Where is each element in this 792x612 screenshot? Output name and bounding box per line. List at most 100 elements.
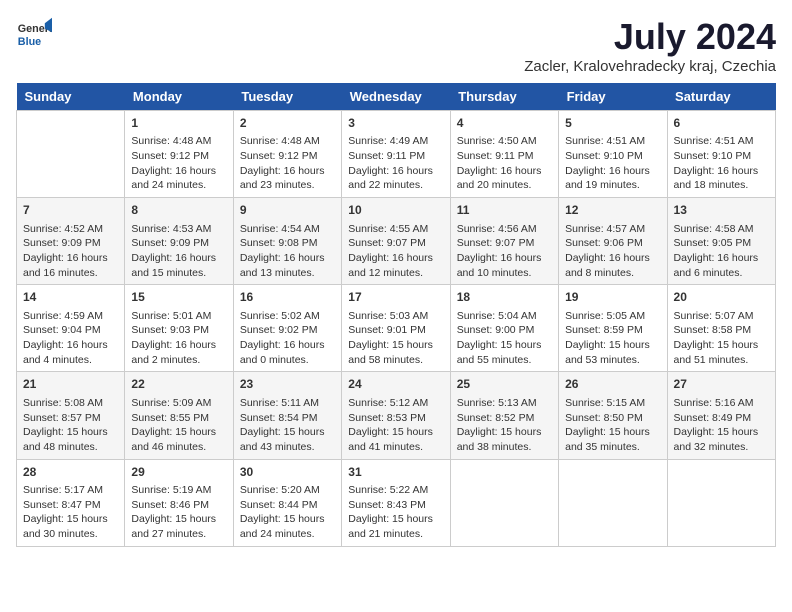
day-number: 11 (457, 202, 552, 219)
calendar-cell: 22 Sunrise: 5:09 AM Sunset: 8:55 PM Dayli… (125, 372, 233, 459)
header-day-friday: Friday (559, 83, 667, 111)
day-number: 23 (240, 376, 335, 393)
day-number: 14 (23, 289, 118, 306)
day-info: Sunrise: 5:20 AM Sunset: 8:44 PM Dayligh… (240, 483, 335, 542)
day-info: Sunrise: 5:19 AM Sunset: 8:46 PM Dayligh… (131, 483, 226, 542)
calendar-cell: 8Sunrise: 4:53 AM Sunset: 9:09 PM Daylig… (125, 198, 233, 285)
day-info: Sunrise: 5:04 AM Sunset: 9:00 PM Dayligh… (457, 309, 552, 368)
week-row-2: 7 Sunrise: 4:52 AM Sunset: 9:09 PM Daylig… (17, 198, 776, 285)
day-info: Sunrise: 5:07 AM Sunset: 8:58 PM Dayligh… (674, 309, 769, 368)
calendar-cell: 20 Sunrise: 5:07 AM Sunset: 8:58 PM Dayli… (667, 285, 775, 372)
calendar-cell: 14 Sunrise: 4:59 AM Sunset: 9:04 PM Dayli… (17, 285, 125, 372)
calendar-cell: 17 Sunrise: 5:03 AM Sunset: 9:01 PM Dayli… (342, 285, 450, 372)
day-number: 25 (457, 376, 552, 393)
day-number: 29 (131, 464, 226, 481)
calendar-cell: 11 Sunrise: 4:56 AM Sunset: 9:07 PM Dayli… (450, 198, 558, 285)
calendar-subtitle: Zacler, Kralovehradecky kraj, Czechia (524, 58, 776, 75)
day-info: Sunrise: 5:22 AM Sunset: 8:43 PM Dayligh… (348, 483, 443, 542)
day-info: Sunrise: 5:05 AM Sunset: 8:59 PM Dayligh… (565, 309, 660, 368)
day-number: 30 (240, 464, 335, 481)
day-number: 27 (674, 376, 769, 393)
day-number: 1 (131, 115, 226, 132)
calendar-cell: 6 Sunrise: 4:51 AM Sunset: 9:10 PM Daylig… (667, 111, 775, 198)
week-row-4: 21 Sunrise: 5:08 AM Sunset: 8:57 PM Dayli… (17, 372, 776, 459)
calendar-cell: 28 Sunrise: 5:17 AM Sunset: 8:47 PM Dayli… (17, 459, 125, 546)
day-number: 7 (23, 202, 118, 219)
day-number: 12 (565, 202, 660, 219)
calendar-cell: 5 Sunrise: 4:51 AM Sunset: 9:10 PM Daylig… (559, 111, 667, 198)
day-info: Sunrise: 5:03 AM Sunset: 9:01 PM Dayligh… (348, 309, 443, 368)
day-number: 24 (348, 376, 443, 393)
day-number: 13 (674, 202, 769, 219)
calendar-cell: 2 Sunrise: 4:48 AM Sunset: 9:12 PM Daylig… (233, 111, 341, 198)
day-info: Sunrise: 4:56 AM Sunset: 9:07 PM Dayligh… (457, 222, 552, 281)
header-day-tuesday: Tuesday (233, 83, 341, 111)
calendar-cell: 24 Sunrise: 5:12 AM Sunset: 8:53 PM Dayli… (342, 372, 450, 459)
day-number: 2 (240, 115, 335, 132)
day-info: Sunrise: 4:51 AM Sunset: 9:10 PM Dayligh… (565, 134, 660, 193)
calendar-cell: 27 Sunrise: 5:16 AM Sunset: 8:49 PM Dayli… (667, 372, 775, 459)
day-info: Sunrise: 5:15 AM Sunset: 8:50 PM Dayligh… (565, 396, 660, 455)
day-number: 15 (131, 289, 226, 306)
calendar-table: SundayMondayTuesdayWednesdayThursdayFrid… (16, 83, 776, 547)
day-info: Sunrise: 5:17 AM Sunset: 8:47 PM Dayligh… (23, 483, 118, 542)
calendar-cell: 13 Sunrise: 4:58 AM Sunset: 9:05 PM Dayli… (667, 198, 775, 285)
day-info: Sunrise: 4:48 AM Sunset: 9:12 PM Dayligh… (240, 134, 335, 193)
day-info: Sunrise: 4:59 AM Sunset: 9:04 PM Dayligh… (23, 309, 118, 368)
logo: General Blue (16, 16, 52, 52)
day-info: Sunrise: 5:16 AM Sunset: 8:49 PM Dayligh… (674, 396, 769, 455)
calendar-cell (559, 459, 667, 546)
calendar-cell: 31 Sunrise: 5:22 AM Sunset: 8:43 PM Dayli… (342, 459, 450, 546)
header-row: SundayMondayTuesdayWednesdayThursdayFrid… (17, 83, 776, 111)
calendar-cell: 7 Sunrise: 4:52 AM Sunset: 9:09 PM Daylig… (17, 198, 125, 285)
day-number: 28 (23, 464, 118, 481)
day-info: Sunrise: 4:58 AM Sunset: 9:05 PM Dayligh… (674, 222, 769, 281)
calendar-cell: 10 Sunrise: 4:55 AM Sunset: 9:07 PM Dayli… (342, 198, 450, 285)
day-info: Sunrise: 4:53 AM Sunset: 9:09 PM Dayligh… (131, 222, 226, 281)
calendar-cell (667, 459, 775, 546)
day-info: Sunrise: 5:12 AM Sunset: 8:53 PM Dayligh… (348, 396, 443, 455)
day-info: Sunrise: 4:51 AM Sunset: 9:10 PM Dayligh… (674, 134, 769, 193)
calendar-cell: 21 Sunrise: 5:08 AM Sunset: 8:57 PM Dayli… (17, 372, 125, 459)
calendar-cell: 26 Sunrise: 5:15 AM Sunset: 8:50 PM Dayli… (559, 372, 667, 459)
day-number: 10 (348, 202, 443, 219)
day-info: Sunrise: 5:08 AM Sunset: 8:57 PM Dayligh… (23, 396, 118, 455)
calendar-cell (450, 459, 558, 546)
calendar-cell: 12 Sunrise: 4:57 AM Sunset: 9:06 PM Dayli… (559, 198, 667, 285)
calendar-cell: 19 Sunrise: 5:05 AM Sunset: 8:59 PM Dayli… (559, 285, 667, 372)
header-day-thursday: Thursday (450, 83, 558, 111)
day-number: 4 (457, 115, 552, 132)
day-number: 17 (348, 289, 443, 306)
calendar-cell: 3 Sunrise: 4:49 AM Sunset: 9:11 PM Daylig… (342, 111, 450, 198)
day-info: Sunrise: 4:50 AM Sunset: 9:11 PM Dayligh… (457, 134, 552, 193)
day-number: 3 (348, 115, 443, 132)
calendar-cell (17, 111, 125, 198)
day-info: Sunrise: 5:09 AM Sunset: 8:55 PM Dayligh… (131, 396, 226, 455)
day-number: 21 (23, 376, 118, 393)
day-number: 20 (674, 289, 769, 306)
day-info: Sunrise: 5:11 AM Sunset: 8:54 PM Dayligh… (240, 396, 335, 455)
day-number: 18 (457, 289, 552, 306)
day-info: Sunrise: 4:49 AM Sunset: 9:11 PM Dayligh… (348, 134, 443, 193)
day-number: 6 (674, 115, 769, 132)
svg-text:Blue: Blue (18, 36, 41, 48)
week-row-3: 14 Sunrise: 4:59 AM Sunset: 9:04 PM Dayli… (17, 285, 776, 372)
calendar-cell: 18 Sunrise: 5:04 AM Sunset: 9:00 PM Dayli… (450, 285, 558, 372)
day-info: Sunrise: 4:54 AM Sunset: 9:08 PM Dayligh… (240, 222, 335, 281)
day-info: Sunrise: 4:52 AM Sunset: 9:09 PM Dayligh… (23, 222, 118, 281)
day-number: 5 (565, 115, 660, 132)
calendar-cell: 29 Sunrise: 5:19 AM Sunset: 8:46 PM Dayli… (125, 459, 233, 546)
calendar-cell: 23 Sunrise: 5:11 AM Sunset: 8:54 PM Dayli… (233, 372, 341, 459)
day-number: 26 (565, 376, 660, 393)
day-info: Sunrise: 5:01 AM Sunset: 9:03 PM Dayligh… (131, 309, 226, 368)
day-number: 22 (131, 376, 226, 393)
day-number: 19 (565, 289, 660, 306)
day-number: 16 (240, 289, 335, 306)
header-day-wednesday: Wednesday (342, 83, 450, 111)
day-info: Sunrise: 4:57 AM Sunset: 9:06 PM Dayligh… (565, 222, 660, 281)
day-info: Sunrise: 4:55 AM Sunset: 9:07 PM Dayligh… (348, 222, 443, 281)
header-day-monday: Monday (125, 83, 233, 111)
calendar-cell: 30 Sunrise: 5:20 AM Sunset: 8:44 PM Dayli… (233, 459, 341, 546)
day-number: 31 (348, 464, 443, 481)
day-number: 9 (240, 202, 335, 219)
